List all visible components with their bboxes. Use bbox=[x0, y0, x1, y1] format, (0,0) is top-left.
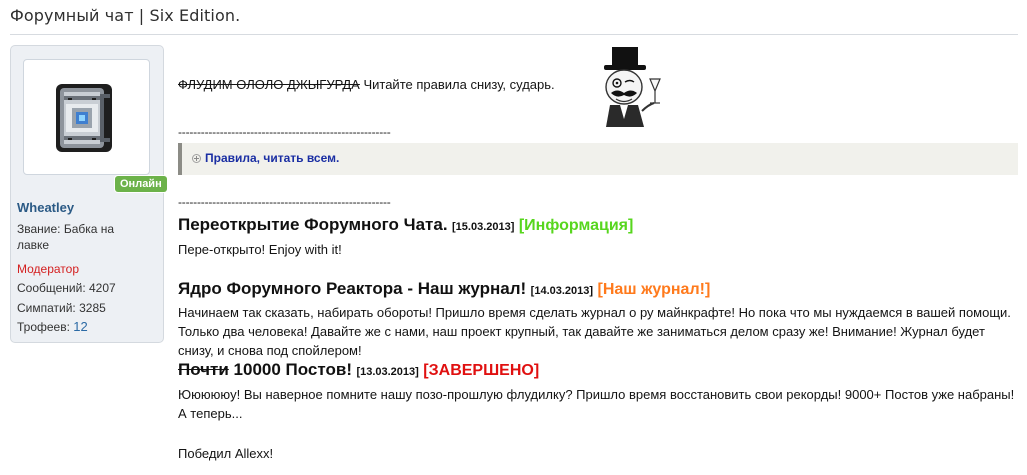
news-footer-text: Победил Allexx! bbox=[178, 446, 274, 461]
news-title: 10000 Постов! bbox=[228, 360, 352, 379]
expand-plus-icon bbox=[192, 153, 201, 163]
news-date: [15.03.2013] bbox=[452, 221, 515, 233]
username-link[interactable]: Wheatley bbox=[17, 200, 74, 215]
like-a-sir-meme-image bbox=[594, 45, 666, 127]
news-text: Юююююу! Вы наверное помните нашу позо-пр… bbox=[178, 387, 1015, 421]
intro-text: Читайте правила снизу, сударь. bbox=[359, 77, 555, 92]
online-status-badge: Онлайн bbox=[115, 176, 167, 192]
divider-line: ----------------------------------------… bbox=[178, 195, 391, 209]
user-rank: Звание: Бабка на лавке bbox=[17, 222, 115, 252]
user-likes-count: Симпатий: 3285 bbox=[17, 301, 106, 315]
struck-intro-text: ФЛУДИМ ОЛОЛО ДЖЫГУРДА bbox=[178, 77, 360, 92]
rules-spoiler: Правила, читать всем. bbox=[178, 143, 1018, 175]
news-text: Пере-открыто! Enjoy with it! bbox=[178, 242, 342, 257]
spoiler-toggle[interactable]: Правила, читать всем. bbox=[192, 151, 339, 165]
avatar[interactable] bbox=[23, 59, 150, 175]
news-heading: Ядро Форумного Реактора - Наш журнал! [1… bbox=[178, 279, 710, 299]
news-date: [13.03.2013] bbox=[356, 366, 419, 378]
news-text: Начинаем так сказать, набирать обороты! … bbox=[178, 305, 1011, 358]
trophies-count-link[interactable]: 12 bbox=[73, 319, 87, 334]
page: Форумный чат | Six Edition. Онлайн Wheat… bbox=[0, 0, 1027, 475]
post-intro: ФЛУДИМ ОЛОЛО ДЖЫГУРДА Читайте правила сн… bbox=[178, 77, 555, 92]
user-info-panel: Онлайн Wheatley Звание: Бабка на лавке М… bbox=[10, 45, 167, 343]
user-trophies: Трофеев: 12 bbox=[17, 319, 88, 335]
user-post-count: Сообщений: 4207 bbox=[17, 281, 116, 295]
news-date: [14.03.2013] bbox=[530, 285, 594, 297]
title-divider bbox=[10, 34, 1018, 35]
thread-title: Форумный чат | Six Edition. bbox=[10, 6, 241, 25]
user-role: Модератор bbox=[17, 262, 80, 276]
spoiler-label: Правила, читать всем. bbox=[205, 151, 340, 165]
news-tag: [ЗАВЕРШЕНО] bbox=[423, 362, 540, 379]
news-title-struck: Почти bbox=[178, 360, 229, 379]
trophies-label: Трофеев: bbox=[17, 320, 70, 334]
news-heading: Переоткрытие Форумного Чата. [15.03.2013… bbox=[178, 215, 633, 235]
post-body: ФЛУДИМ ОЛОЛО ДЖЫГУРДА Читайте правила сн… bbox=[178, 40, 1018, 470]
portal-core-avatar-icon bbox=[56, 84, 112, 152]
divider-line: ----------------------------------------… bbox=[178, 125, 391, 139]
news-title: Переоткрытие Форумного Чата. bbox=[178, 215, 448, 234]
news-title: Ядро Форумного Реактора - Наш журнал! bbox=[178, 279, 527, 298]
news-tag: [Информация] bbox=[518, 217, 634, 234]
news-tag: [Наш журнал!] bbox=[597, 281, 711, 298]
news-heading: Почти 10000 Постов! [13.03.2013] [ЗАВЕРШ… bbox=[178, 360, 539, 380]
